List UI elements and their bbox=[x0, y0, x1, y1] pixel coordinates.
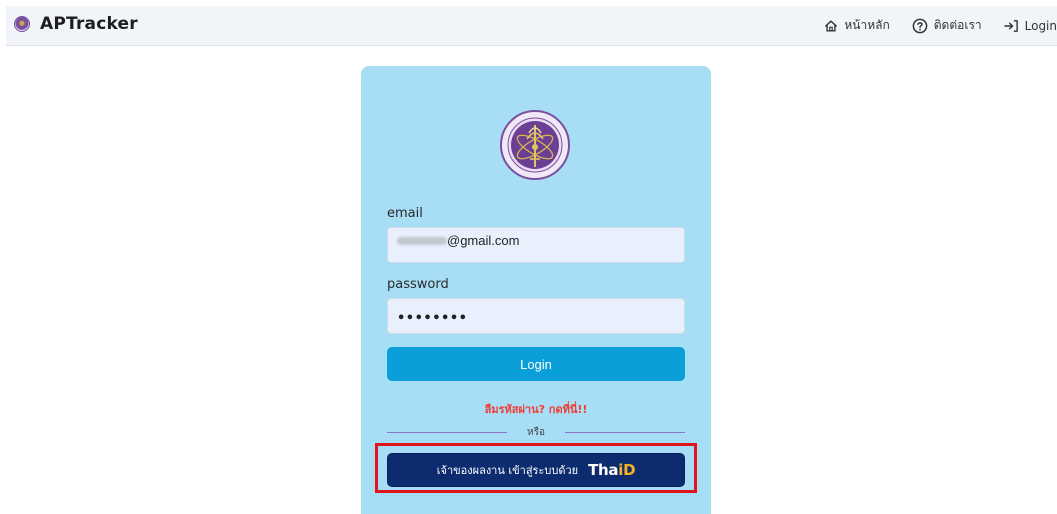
thaid-login-button[interactable]: เจ้าของผลงาน เข้าสู่ระบบด้วย ThaiD bbox=[387, 453, 685, 487]
forgot-password-link[interactable]: ลืมรหัสผ่าน? กดที่นี่!! bbox=[361, 400, 711, 418]
nav-links: หน้าหลัก ติดต่อเรา Login bbox=[824, 16, 1057, 35]
app-root: APTracker หน้าหลัก ติดต่อเรา Login email… bbox=[0, 0, 1057, 514]
email-field[interactable] bbox=[387, 227, 685, 263]
nav-contact-link[interactable]: ติดต่อเรา bbox=[912, 16, 982, 35]
brand-name: APTracker bbox=[40, 14, 138, 34]
login-arrow-icon bbox=[1003, 19, 1018, 32]
thaid-logo-accent: iD bbox=[618, 461, 636, 479]
nav-contact-label: ติดต่อเรา bbox=[933, 18, 982, 32]
thaid-logo: ThaiD bbox=[588, 461, 635, 479]
home-icon bbox=[825, 19, 838, 32]
thaid-button-label: เจ้าของผลงาน เข้าสู่ระบบด้วย bbox=[436, 464, 579, 477]
nav-home-label: หน้าหลัก bbox=[844, 18, 890, 32]
email-redacted-prefix bbox=[397, 237, 447, 245]
password-value: •••••••• bbox=[397, 311, 468, 326]
question-circle-icon bbox=[912, 18, 928, 33]
email-value: @gmail.com bbox=[447, 233, 520, 248]
top-navbar: APTracker หน้าหลัก ติดต่อเรา Login bbox=[6, 6, 1057, 46]
nav-login-label: Login bbox=[1024, 18, 1057, 33]
divider-line-right bbox=[565, 432, 685, 433]
nav-home-link[interactable]: หน้าหลัก bbox=[824, 16, 890, 35]
thaid-logo-main: Tha bbox=[588, 461, 619, 479]
email-label: email bbox=[387, 206, 423, 221]
organization-emblem-icon bbox=[14, 16, 30, 32]
ministry-emblem-icon bbox=[500, 110, 570, 180]
login-button[interactable]: Login bbox=[387, 347, 685, 381]
nav-login-link[interactable]: Login bbox=[1003, 18, 1057, 33]
password-label: password bbox=[387, 277, 449, 292]
brand[interactable]: APTracker bbox=[14, 14, 138, 34]
